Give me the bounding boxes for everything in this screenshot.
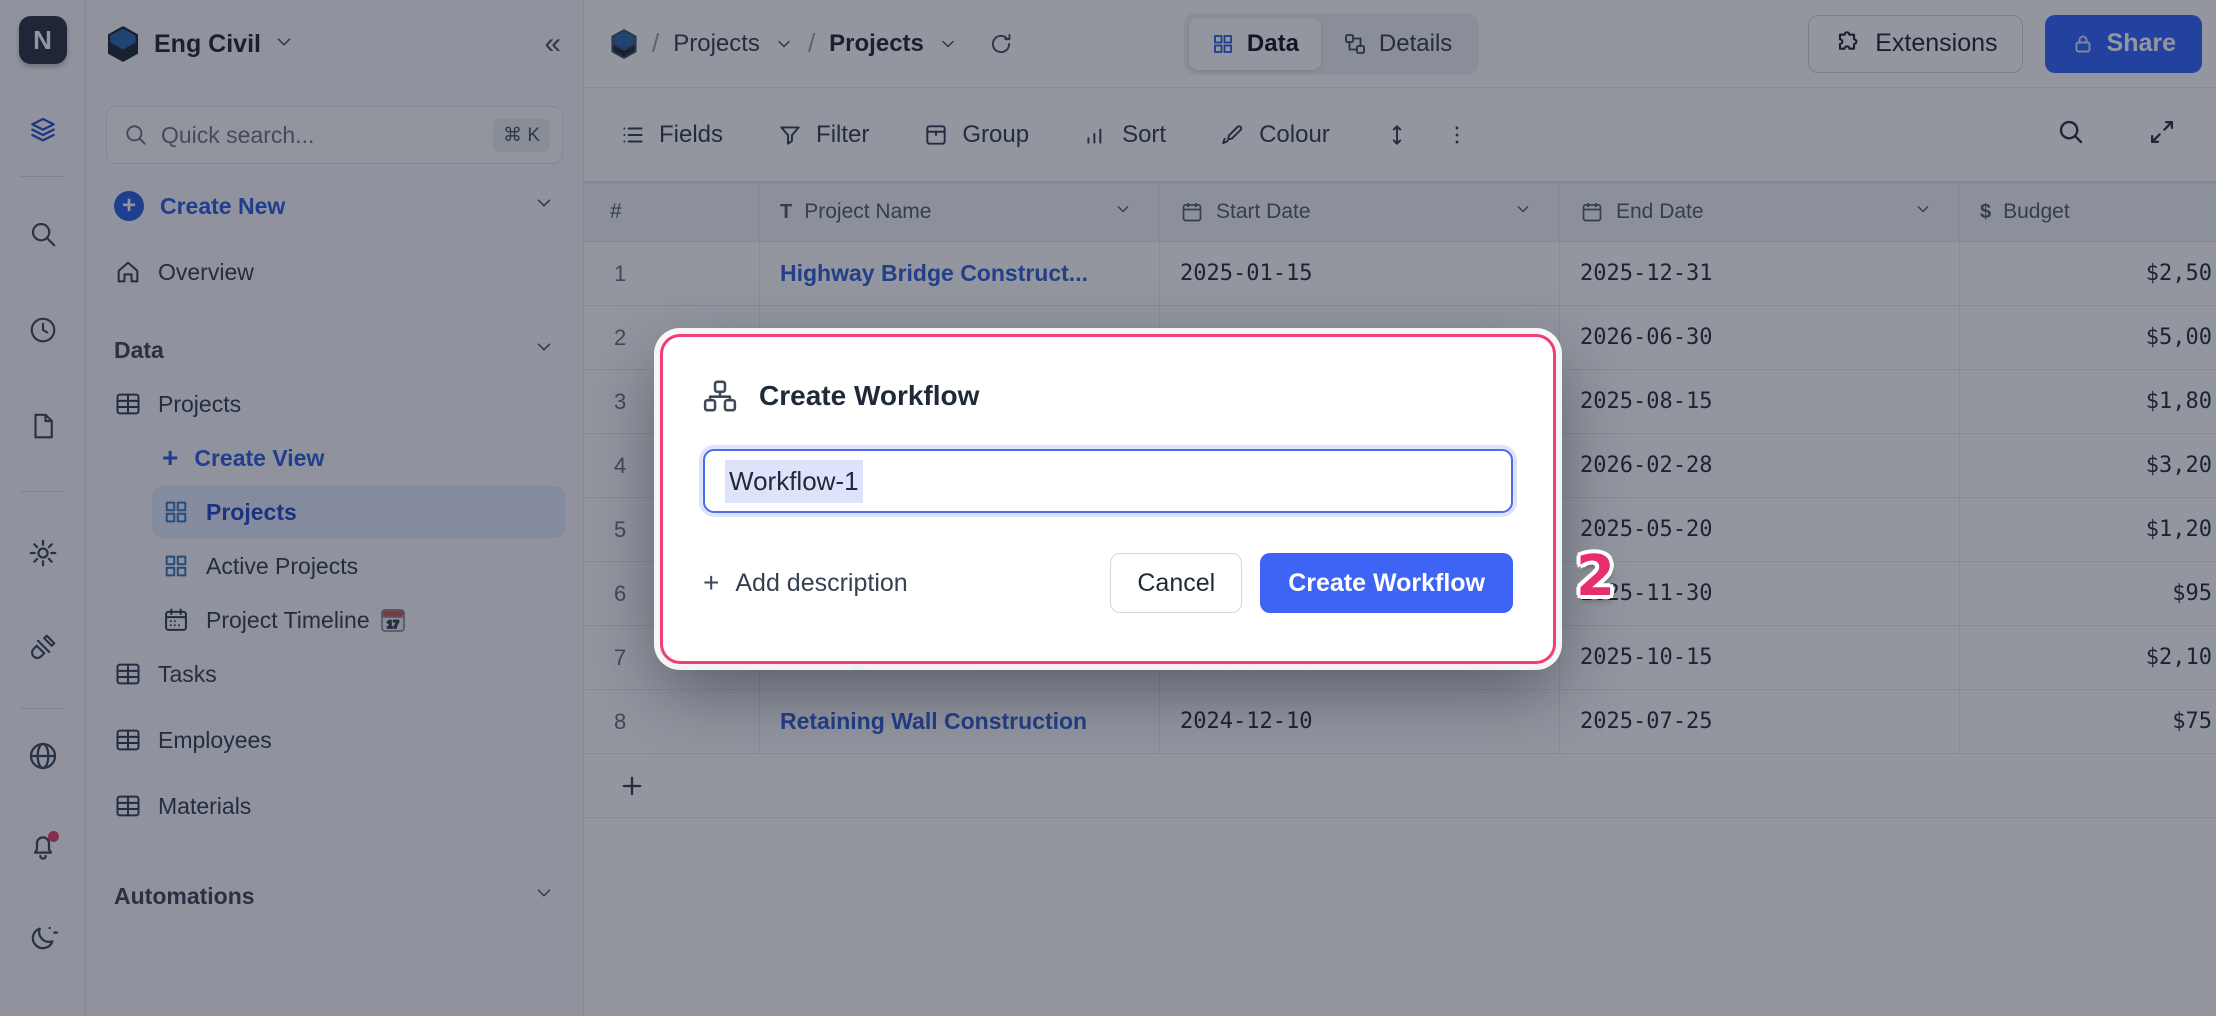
add-description-button[interactable]: + Add description [703, 567, 908, 599]
workflow-name-input[interactable]: Workflow-1 [703, 449, 1513, 513]
create-workflow-button[interactable]: Create Workflow [1260, 553, 1513, 613]
app-window: N [0, 0, 2216, 1016]
annotation-step-marker: 2 [1576, 544, 1615, 609]
cancel-button[interactable]: Cancel [1110, 553, 1242, 613]
modal-title: Create Workflow [759, 380, 979, 412]
modal-header: Create Workflow [703, 379, 1513, 413]
modal-footer: + Add description Cancel Create Workflow [703, 553, 1513, 613]
workflow-name-value: Workflow-1 [725, 460, 863, 503]
create-workflow-modal: Create Workflow Workflow-1 + Add descrip… [660, 334, 1556, 664]
workflow-sitemap-icon [703, 379, 737, 413]
plus-icon: + [703, 567, 719, 599]
